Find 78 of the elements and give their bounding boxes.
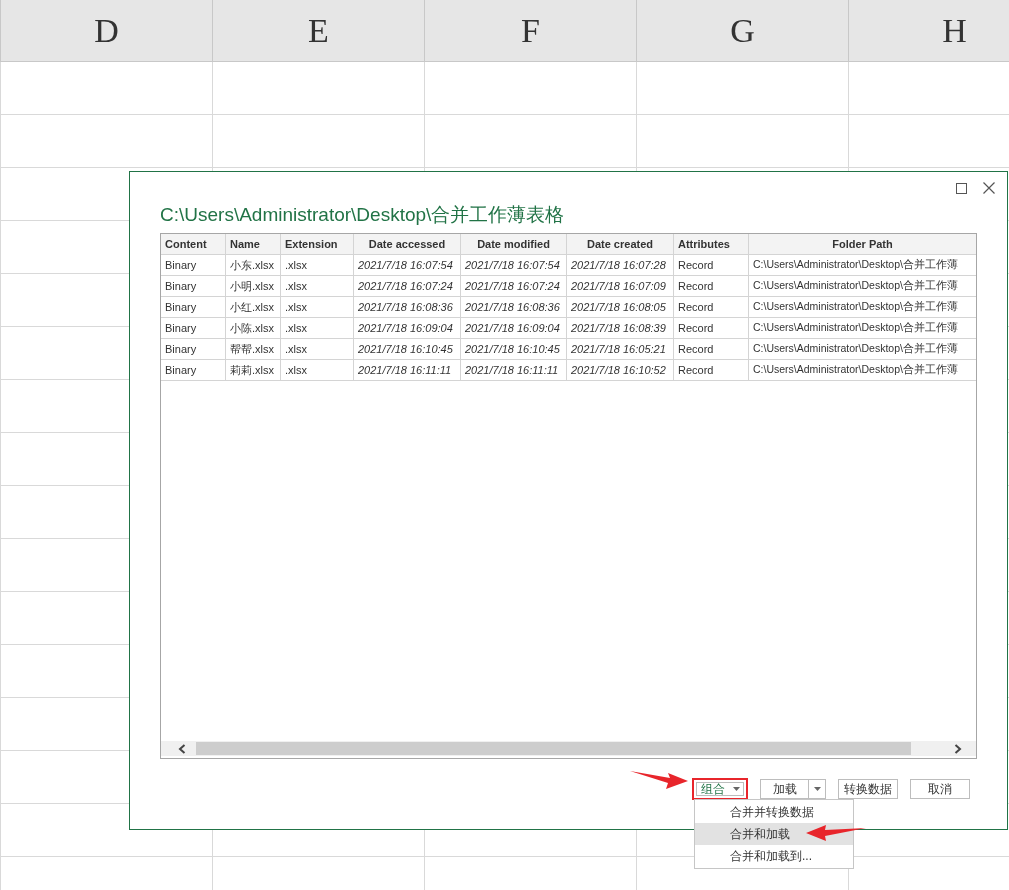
menu-item[interactable]: 合并和加载 (695, 823, 853, 845)
pointer-arrow-drawing (806, 825, 866, 841)
dialog-button[interactable]: 取消 (910, 779, 970, 799)
column-header[interactable]: Folder Path (749, 234, 976, 254)
table-cell: 2021/7/18 16:08:36 (461, 297, 567, 317)
table-cell: Binary (161, 276, 226, 296)
column-header[interactable]: G (637, 0, 849, 61)
column-header[interactable]: F (425, 0, 637, 61)
table-cell: Binary (161, 255, 226, 275)
table-cell: C:\Users\Administrator\Desktop\合并工作薄 (749, 360, 976, 380)
column-header[interactable]: D (1, 0, 213, 61)
column-header[interactable]: Attributes (674, 234, 749, 254)
combine-dropdown-button[interactable]: 组合 (692, 778, 748, 800)
table-cell: 2021/7/18 16:09:04 (354, 318, 461, 338)
table-cell: C:\Users\Administrator\Desktop\合并工作薄 (749, 297, 976, 317)
table-cell: 2021/7/18 16:10:52 (567, 360, 674, 380)
table-cell: 小明.xlsx (226, 276, 281, 296)
table-cell: 小陈.xlsx (226, 318, 281, 338)
table-cell: 2021/7/18 16:08:05 (567, 297, 674, 317)
table-cell: Record (674, 297, 749, 317)
column-header[interactable]: Date modified (461, 234, 567, 254)
table-cell: Record (674, 276, 749, 296)
horizontal-scrollbar[interactable] (161, 741, 976, 756)
dialog-button[interactable]: 转换数据 (838, 779, 898, 799)
caret-icon (732, 787, 740, 791)
table-cell: Record (674, 255, 749, 275)
table-cell: Record (674, 318, 749, 338)
table-cell: Binary (161, 318, 226, 338)
table-cell: C:\Users\Administrator\Desktop\合并工作薄 (749, 255, 976, 275)
table-cell: .xlsx (281, 360, 354, 380)
table-cell: C:\Users\Administrator\Desktop\合并工作薄 (749, 318, 976, 338)
column-header[interactable]: Date accessed (354, 234, 461, 254)
table-cell: 2021/7/18 16:11:11 (354, 360, 461, 380)
column-header[interactable]: Date created (567, 234, 674, 254)
column-header[interactable]: Name (226, 234, 281, 254)
table-cell: 2021/7/18 16:11:11 (461, 360, 567, 380)
table-cell: Binary (161, 360, 226, 380)
table-cell: 2021/7/18 16:07:24 (461, 276, 567, 296)
scroll-right-icon[interactable] (954, 743, 962, 754)
table-cell: .xlsx (281, 318, 354, 338)
table-cell: 2021/7/18 16:09:04 (461, 318, 567, 338)
table-cell: .xlsx (281, 276, 354, 296)
load-split-button[interactable]: 加载 (760, 779, 826, 799)
maximize-icon[interactable] (956, 182, 967, 194)
table-cell: C:\Users\Administrator\Desktop\合并工作薄 (749, 339, 976, 359)
close-icon[interactable] (983, 182, 995, 194)
table-cell: .xlsx (281, 297, 354, 317)
table-cell: 2021/7/18 16:07:09 (567, 276, 674, 296)
table-cell: Binary (161, 339, 226, 359)
column-header[interactable]: Extension (281, 234, 354, 254)
table-cell: .xlsx (281, 339, 354, 359)
table-cell: 小东.xlsx (226, 255, 281, 275)
load-button[interactable]: 加载 (761, 780, 809, 798)
dialog-title: C:\Users\Administrator\Desktop\合并工作薄表格 (160, 203, 566, 227)
table-cell: 2021/7/18 16:07:24 (354, 276, 461, 296)
scroll-left-icon[interactable] (178, 743, 186, 754)
table-cell: 2021/7/18 16:08:39 (567, 318, 674, 338)
pointer-arrow-drawing (630, 770, 688, 790)
table-cell: 莉莉.xlsx (226, 360, 281, 380)
table-cell: 2021/7/18 16:10:45 (461, 339, 567, 359)
table-cell: Binary (161, 297, 226, 317)
column-header[interactable]: H (849, 0, 1009, 61)
column-header[interactable]: E (213, 0, 425, 61)
table-cell: .xlsx (281, 255, 354, 275)
table-cell: 小红.xlsx (226, 297, 281, 317)
column-header[interactable]: Content (161, 234, 226, 254)
table-cell: 2021/7/18 16:07:28 (567, 255, 674, 275)
table-cell: C:\Users\Administrator\Desktop\合并工作薄 (749, 276, 976, 296)
table-cell: 2021/7/18 16:07:54 (354, 255, 461, 275)
table-cell: 2021/7/18 16:08:36 (354, 297, 461, 317)
table-cell: 帮帮.xlsx (226, 339, 281, 359)
scrollbar-thumb[interactable] (196, 742, 911, 755)
table-cell: 2021/7/18 16:07:54 (461, 255, 567, 275)
table-cell: Record (674, 360, 749, 380)
caret-icon (813, 787, 821, 791)
table-cell: Record (674, 339, 749, 359)
table-cell: 2021/7/18 16:05:21 (567, 339, 674, 359)
table-cell: 2021/7/18 16:10:45 (354, 339, 461, 359)
